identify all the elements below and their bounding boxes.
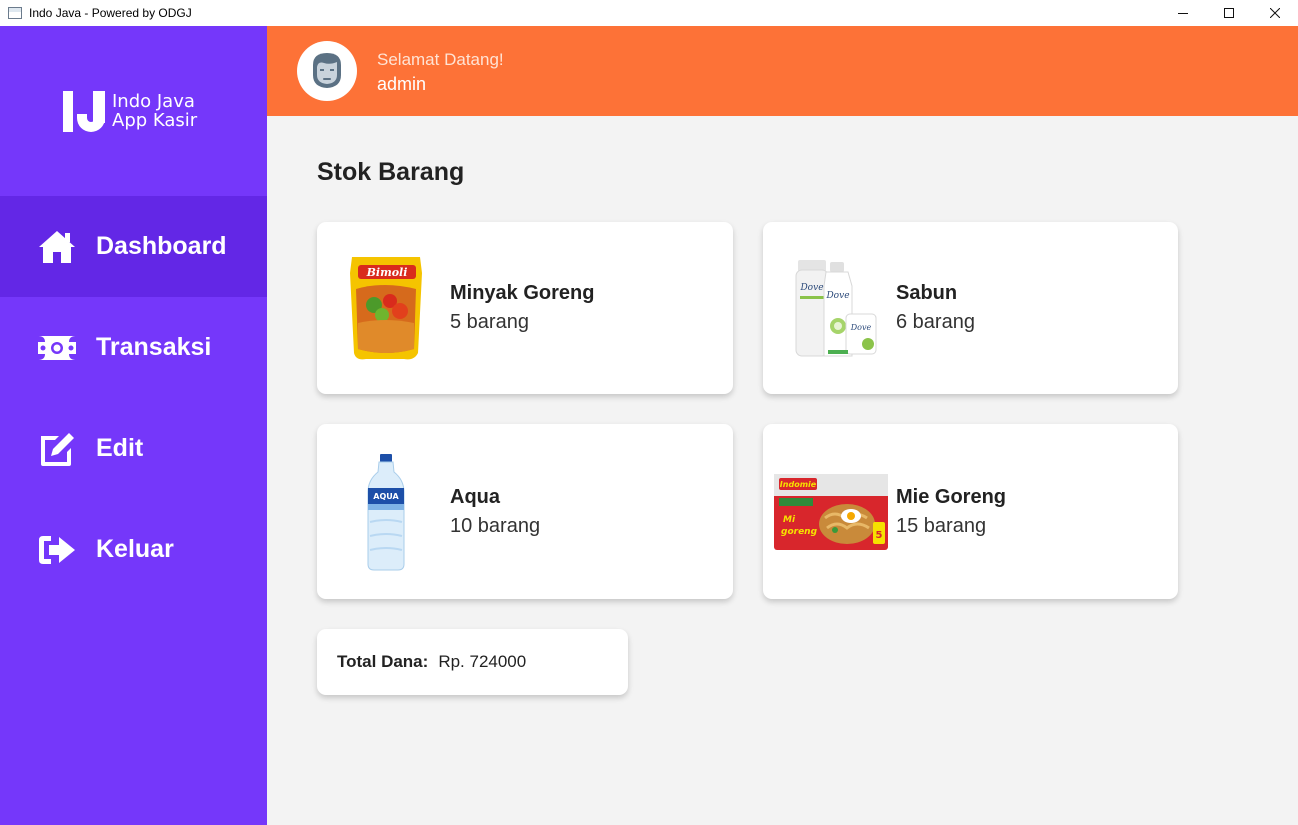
money-icon [37,328,77,368]
logo-line-2: App Kasir [112,110,198,131]
edit-icon [37,429,77,469]
username: admin [377,74,427,94]
product-qty: 10 barang [450,515,541,537]
minimize-button[interactable] [1160,0,1206,26]
svg-text:5: 5 [876,530,883,541]
header-bar: Selamat Datang! admin [267,26,1298,116]
svg-text:Dove: Dove [799,283,823,293]
sidebar-item-label: Dashboard [96,232,227,260]
logo-line-1: Indo Java [112,91,195,112]
sidebar-item-label: Transaksi [96,333,212,361]
user-avatar-icon [297,41,357,101]
sidebar-item-edit[interactable]: Edit [0,398,267,499]
product-name: Minyak Goreng [450,282,595,304]
cooking-oil-image: Bimoli [329,222,443,394]
app-icon [8,7,22,19]
water-bottle-image: AQUA [329,424,443,599]
sidebar-item-label: Edit [96,434,144,462]
window-title: Indo Java - Powered by ODGJ [29,6,192,20]
product-card-aqua: AQUA Aqua 10 barang [317,424,733,599]
total-dana-card: Total Dana: Rp. 724000 [317,629,628,695]
product-name: Mie Goreng [896,486,1007,508]
product-qty: 5 barang [450,311,529,333]
window-titlebar: Indo Java - Powered by ODGJ [0,0,1298,26]
maximize-button[interactable] [1206,0,1252,26]
total-label: Total Dana: [337,652,429,671]
svg-text:Bimoli: Bimoli [366,266,408,279]
sidebar-item-label: Keluar [96,535,174,563]
instant-noodle-image: Indomie Mi goreng 5 [773,424,889,599]
sidebar-item-dashboard[interactable]: Dashboard [0,196,267,297]
welcome-text: Selamat Datang! [377,50,504,69]
page-title: Stok Barang [317,158,465,186]
product-qty: 15 barang [896,515,987,537]
sidebar-item-keluar[interactable]: Keluar [0,499,267,600]
svg-text:Mi: Mi [783,515,796,525]
product-name: Sabun [896,282,958,304]
logout-icon [37,530,77,570]
svg-text:AQUA: AQUA [373,492,399,501]
window-controls [1160,0,1298,26]
logo-text: Indo Java App Kasir [112,92,197,130]
minimize-icon [1178,13,1188,14]
product-card-minyak-goreng: Bimoli Minyak Goreng 5 barang [317,222,733,394]
sidebar: Indo Java App Kasir Dashboard Transaksi … [0,26,267,825]
svg-text:Indomie: Indomie [780,480,817,489]
maximize-icon [1224,8,1234,18]
product-name: Aqua [450,486,500,508]
close-button[interactable] [1252,0,1298,26]
sidebar-item-transaksi[interactable]: Transaksi [0,297,267,398]
logo-mark-icon [63,90,109,132]
close-icon [1270,8,1280,18]
soap-image: Dove Dove Dove [775,222,889,394]
svg-text:goreng: goreng [781,527,818,537]
total-value: Rp. 724000 [438,652,527,671]
sidebar-nav: Dashboard Transaksi Edit Keluar [0,196,267,600]
product-qty: 6 barang [896,311,975,333]
svg-text:Dove: Dove [825,291,849,301]
product-card-mie-goreng: Indomie Mi goreng 5 Mie Goreng 15 barang [763,424,1178,599]
svg-text:Dove: Dove [850,323,872,332]
app-logo: Indo Java App Kasir [63,90,197,132]
product-card-sabun: Dove Dove Dove Sabun 6 barang [763,222,1178,394]
home-icon [37,227,77,267]
